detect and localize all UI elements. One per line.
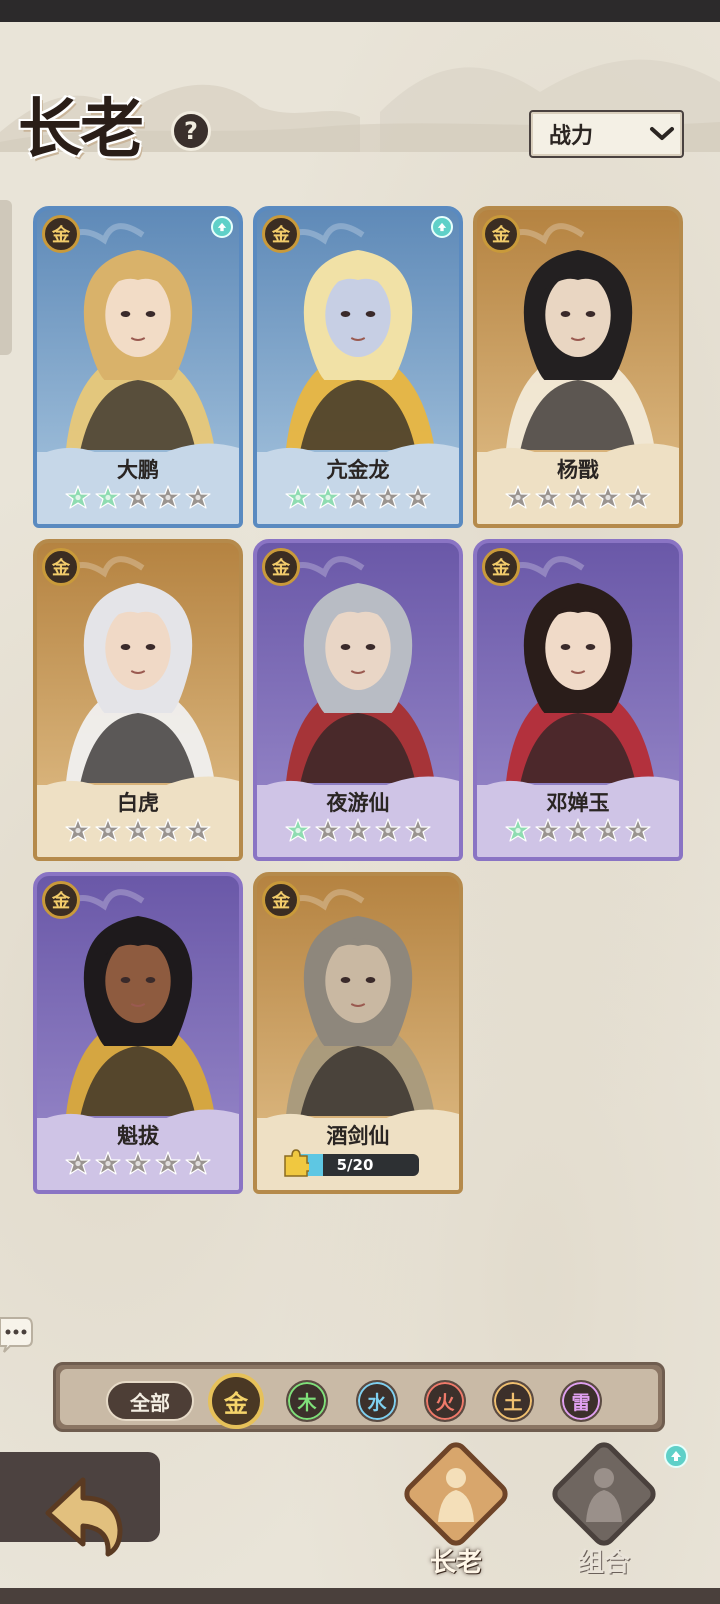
combo-figure-icon (586, 1468, 622, 1522)
element-filter-button[interactable]: 金 (208, 1373, 264, 1429)
flower-star-icon (595, 485, 621, 509)
flower-star-icon (65, 818, 91, 842)
hero-card[interactable]: 邓婵玉 金 (473, 539, 683, 861)
flower-star-icon (95, 818, 121, 842)
flower-star-icon (155, 485, 181, 509)
puzzle-piece-icon (284, 1149, 309, 1177)
flower-star-icon (95, 1151, 121, 1175)
hero-card[interactable]: 夜游仙 金 (253, 539, 463, 861)
flower-star-icon (285, 818, 311, 842)
hero-name: 魁拔 (117, 1124, 159, 1148)
star-rating (37, 817, 239, 845)
element-filter-button[interactable]: 火 (424, 1380, 466, 1422)
flower-star-icon (65, 485, 91, 509)
up-arrow-icon (431, 216, 453, 238)
element-badge: 金 (42, 215, 80, 253)
flower-star-icon (595, 818, 621, 842)
bottom-strip (0, 1588, 720, 1604)
flower-star-icon (405, 818, 431, 842)
flower-star-icon (535, 818, 561, 842)
sort-dropdown[interactable]: 战力 (529, 110, 684, 158)
element-badge: 金 (482, 548, 520, 586)
element-filter-button[interactable]: 土 (492, 1380, 534, 1422)
element-filter-button[interactable]: 水 (356, 1380, 398, 1422)
element-badge: 金 (262, 881, 300, 919)
flower-star-icon (125, 485, 151, 509)
flower-star-icon (125, 818, 151, 842)
fragment-progress-bar: 5/20 (291, 1154, 419, 1176)
hero-name: 邓婵玉 (546, 791, 610, 815)
chat-bubble-icon[interactable] (0, 1312, 34, 1354)
element-badge: 金 (42, 881, 80, 919)
flower-star-icon (185, 818, 211, 842)
hero-name: 酒剑仙 (326, 1124, 390, 1148)
star-rating (37, 1150, 239, 1178)
flower-star-icon (315, 818, 341, 842)
hero-name: 杨戬 (557, 458, 599, 482)
star-rating (257, 484, 459, 512)
flower-star-icon (535, 485, 561, 509)
flower-star-icon (95, 485, 121, 509)
tab-combo-label: 组合 (577, 1548, 630, 1578)
tab-elders[interactable]: 长老 (396, 1437, 516, 1588)
element-badge: 金 (482, 215, 520, 253)
flower-star-icon (375, 485, 401, 509)
flower-star-icon (625, 818, 651, 842)
hero-name: 夜游仙 (326, 791, 390, 815)
page-title: 长老 (18, 92, 144, 167)
element-filter-bar: 全部 金木水火土雷 (53, 1362, 665, 1432)
hero-card[interactable]: 大鹏 金 (33, 206, 243, 528)
flower-star-icon (565, 485, 591, 509)
question-mark-icon: ? (184, 117, 198, 145)
element-filter-button[interactable]: 雷 (560, 1380, 602, 1422)
flower-star-icon (65, 1151, 91, 1175)
up-arrow-icon (211, 216, 233, 238)
hero-name: 亢金龙 (326, 458, 390, 482)
flower-star-icon (405, 485, 431, 509)
tab-combo[interactable]: 组合 (544, 1437, 664, 1588)
flower-star-icon (125, 1151, 151, 1175)
hero-card[interactable]: 魁拔 金 (33, 872, 243, 1194)
star-rating (477, 484, 679, 512)
flower-star-icon (185, 485, 211, 509)
element-badge: 金 (262, 215, 300, 253)
flower-star-icon (155, 818, 181, 842)
flower-star-icon (185, 1151, 211, 1175)
fragment-count: 5/20 (336, 1156, 374, 1174)
flower-star-icon (315, 485, 341, 509)
hero-card[interactable]: 杨戬 金 (473, 206, 683, 528)
star-rating (477, 817, 679, 845)
status-bar (0, 0, 720, 22)
star-rating (37, 484, 239, 512)
hero-card[interactable]: 亢金龙 金 (253, 206, 463, 528)
element-filter-button[interactable]: 木 (286, 1380, 328, 1422)
hero-name: 白虎 (117, 791, 159, 815)
sort-label: 战力 (549, 124, 594, 149)
flower-star-icon (155, 1151, 181, 1175)
flower-star-icon (345, 485, 371, 509)
elder-figure-icon (438, 1468, 474, 1522)
up-arrow-icon (664, 1444, 688, 1468)
element-badge: 金 (42, 548, 80, 586)
hero-card[interactable]: 酒剑仙 5/20 金 (253, 872, 463, 1194)
tab-elders-label: 长老 (429, 1548, 482, 1578)
flower-star-icon (565, 818, 591, 842)
flower-star-icon (375, 818, 401, 842)
side-drawer-tab[interactable] (0, 200, 12, 355)
flower-star-icon (505, 485, 531, 509)
chevron-down-icon (642, 126, 682, 142)
back-arrow-icon[interactable] (38, 1468, 128, 1558)
flower-star-icon (345, 818, 371, 842)
star-rating (257, 817, 459, 845)
filter-all-button[interactable]: 全部 (106, 1381, 194, 1421)
flower-star-icon (625, 485, 651, 509)
help-button[interactable]: ? (171, 111, 211, 151)
element-badge: 金 (262, 548, 300, 586)
hero-card[interactable]: 白虎 金 (33, 539, 243, 861)
hero-name: 大鹏 (117, 458, 159, 482)
flower-star-icon (505, 818, 531, 842)
flower-star-icon (285, 485, 311, 509)
